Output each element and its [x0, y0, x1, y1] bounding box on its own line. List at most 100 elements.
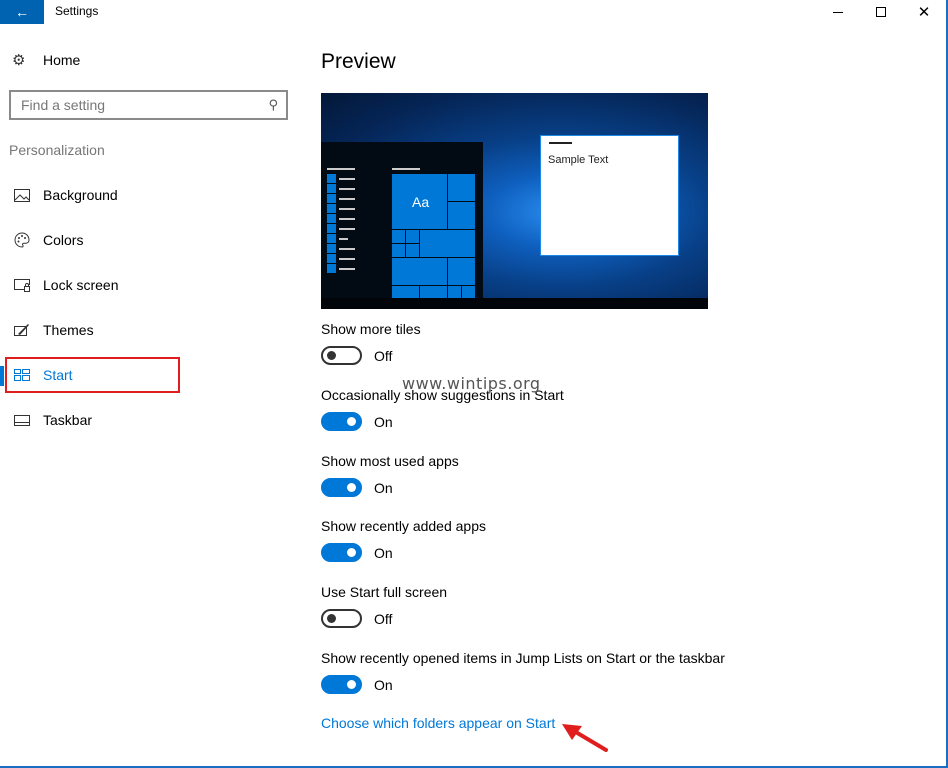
close-button[interactable]: ✕: [901, 0, 947, 24]
preview-list-icon: [327, 234, 336, 243]
preview-tile: [462, 286, 475, 298]
toggle-most-used-apps[interactable]: On: [321, 478, 459, 497]
toggle-state: Off: [374, 347, 393, 364]
preview-tile-text: Aa: [412, 194, 430, 210]
preview-list-line: [339, 208, 355, 210]
toggle-start-full-screen[interactable]: Off: [321, 609, 447, 628]
preview-list-line: [339, 248, 355, 250]
preview-list-icon: [327, 224, 336, 233]
toggle-switch[interactable]: [321, 478, 362, 497]
preview-list-line: [339, 188, 355, 190]
preview-list-line: [339, 198, 355, 200]
toggle-switch[interactable]: [321, 675, 362, 694]
preview-window: Sample Text: [540, 135, 679, 256]
sidebar-item-label: Start: [43, 367, 73, 383]
toggle-state: On: [374, 413, 393, 430]
active-indicator: [0, 366, 4, 386]
setting-label: Show recently opened items in Jump Lists…: [321, 650, 725, 666]
sidebar-item-themes[interactable]: Themes: [0, 312, 290, 348]
toggle-show-more-tiles[interactable]: Off: [321, 346, 421, 365]
start-preview-image: Aa Sample Text: [321, 93, 708, 309]
preview-tile: [406, 230, 419, 243]
setting-label: Show most used apps: [321, 453, 459, 469]
setting-most-used-apps: Show most used apps On: [321, 453, 459, 497]
maximize-button[interactable]: [858, 0, 904, 24]
sidebar-item-taskbar[interactable]: Taskbar: [0, 402, 290, 438]
preview-list-icon: [327, 174, 336, 183]
sidebar-item-background[interactable]: Background: [0, 177, 290, 213]
preview-list-line: [339, 228, 355, 230]
setting-start-full-screen: Use Start full screen Off: [321, 584, 447, 628]
preview-list-line: [339, 238, 348, 240]
toggle-knob: [327, 614, 336, 623]
toggle-switch[interactable]: [321, 609, 362, 628]
sidebar-home[interactable]: ⚙ Home: [12, 50, 80, 70]
preview-list-icon: [327, 254, 336, 263]
toggle-knob: [347, 483, 356, 492]
sidebar-item-label: Background: [43, 187, 118, 203]
preview-tile: [392, 258, 447, 285]
preview-list-icon: [327, 204, 336, 213]
watermark-text: www.wintips.org: [402, 374, 541, 393]
toggle-state: Off: [374, 610, 393, 627]
preview-list-line: [339, 258, 355, 260]
toggle-state: On: [374, 479, 393, 496]
minimize-icon: [833, 11, 843, 13]
sidebar-item-label: Lock screen: [43, 277, 119, 293]
preview-tile: [420, 286, 447, 298]
toggle-switch[interactable]: [321, 346, 362, 365]
preview-tiles-header: [392, 168, 420, 170]
setting-label: Show recently added apps: [321, 518, 486, 534]
toggle-knob: [327, 351, 336, 360]
home-label: Home: [43, 52, 81, 68]
preview-list-line: [339, 218, 355, 220]
lock-screen-icon: [12, 278, 32, 292]
preview-list-icon: [327, 264, 336, 273]
choose-folders-link[interactable]: Choose which folders appear on Start: [321, 715, 555, 731]
themes-icon: [12, 323, 32, 337]
search-input[interactable]: [21, 97, 269, 113]
arrow-left-icon: ←: [15, 4, 29, 20]
preview-tile: [420, 230, 475, 257]
minimize-button[interactable]: [815, 0, 861, 24]
toggle-recently-added-apps[interactable]: On: [321, 543, 486, 562]
preview-list-line: [339, 178, 355, 180]
preview-window-text: Sample Text: [548, 154, 609, 166]
toggle-switch[interactable]: [321, 543, 362, 562]
preview-tile: [448, 202, 475, 229]
taskbar-icon: [12, 414, 32, 426]
start-tiles-icon: [12, 369, 32, 381]
setting-label: Show more tiles: [321, 321, 421, 337]
settings-window: ← Settings ✕ ⚙ Home ⚲ Personalization Ba…: [0, 0, 948, 768]
search-box[interactable]: ⚲: [9, 90, 288, 120]
setting-recently-added-apps: Show recently added apps On: [321, 518, 486, 562]
preview-tile: [406, 244, 419, 257]
toggle-knob: [347, 680, 356, 689]
title-bar: ← Settings ✕: [0, 0, 946, 24]
preview-window-bar: [549, 142, 572, 144]
page-title: Preview: [321, 50, 396, 73]
back-button[interactable]: ←: [0, 0, 44, 24]
sidebar-item-label: Themes: [43, 322, 94, 338]
preview-tile: [392, 286, 419, 298]
sidebar-item-label: Taskbar: [43, 412, 93, 428]
toggle-knob: [347, 548, 356, 557]
preview-tile: [392, 244, 405, 257]
annotation-arrow-icon: [562, 724, 608, 752]
sidebar-item-lock-screen[interactable]: Lock screen: [0, 267, 290, 303]
setting-jump-lists: Show recently opened items in Jump Lists…: [321, 650, 725, 694]
toggle-state: On: [374, 544, 393, 561]
search-icon[interactable]: ⚲: [268, 97, 278, 113]
sidebar-item-start[interactable]: Start: [0, 357, 290, 393]
preview-tile: [448, 286, 461, 298]
preview-list-icon: [327, 184, 336, 193]
palette-icon: [12, 232, 32, 248]
toggle-switch[interactable]: [321, 412, 362, 431]
preview-tile: [448, 174, 475, 201]
sidebar-item-colors[interactable]: Colors: [0, 222, 290, 258]
setting-show-more-tiles: Show more tiles Off: [321, 321, 421, 365]
toggle-jump-lists[interactable]: On: [321, 675, 725, 694]
preview-list-header: [327, 168, 355, 170]
preview-taskbar: [321, 298, 708, 309]
toggle-show-suggestions[interactable]: On: [321, 412, 564, 431]
